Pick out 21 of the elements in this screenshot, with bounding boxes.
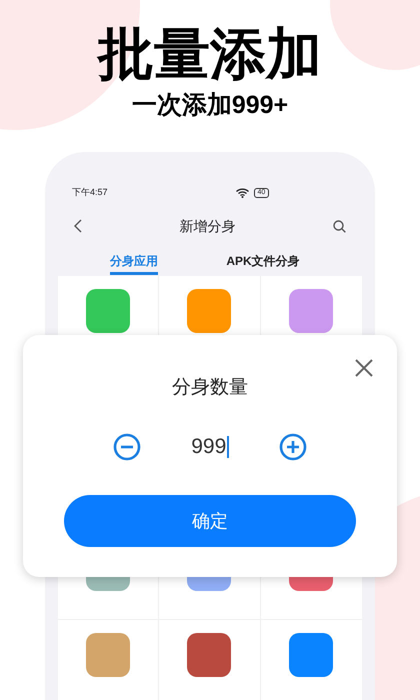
text-cursor — [227, 436, 229, 458]
confirm-button[interactable]: 确定 — [64, 495, 356, 547]
app-icon[interactable] — [187, 289, 232, 333]
tab[interactable]: APK文件分身 — [188, 251, 338, 276]
app-icon[interactable] — [187, 633, 232, 677]
plus-icon[interactable] — [278, 433, 307, 461]
back-icon[interactable] — [74, 219, 82, 233]
wifi-icon — [236, 188, 249, 198]
app-icon[interactable] — [289, 633, 334, 677]
screen-title: 新增分身 — [180, 216, 236, 236]
close-icon[interactable] — [355, 359, 373, 377]
headline: 批量添加 — [98, 22, 322, 86]
dialog-title: 分身数量 — [172, 376, 248, 400]
minus-icon[interactable] — [113, 433, 142, 461]
subheadline: 一次添加999+ — [132, 90, 288, 120]
app-icon[interactable] — [86, 633, 130, 677]
quantity-field[interactable]: 999 — [191, 434, 229, 460]
app-icon[interactable] — [86, 289, 130, 333]
status-time: 下午4:57 — [72, 186, 108, 200]
search-icon[interactable] — [333, 220, 346, 232]
app-icon[interactable] — [289, 289, 334, 333]
